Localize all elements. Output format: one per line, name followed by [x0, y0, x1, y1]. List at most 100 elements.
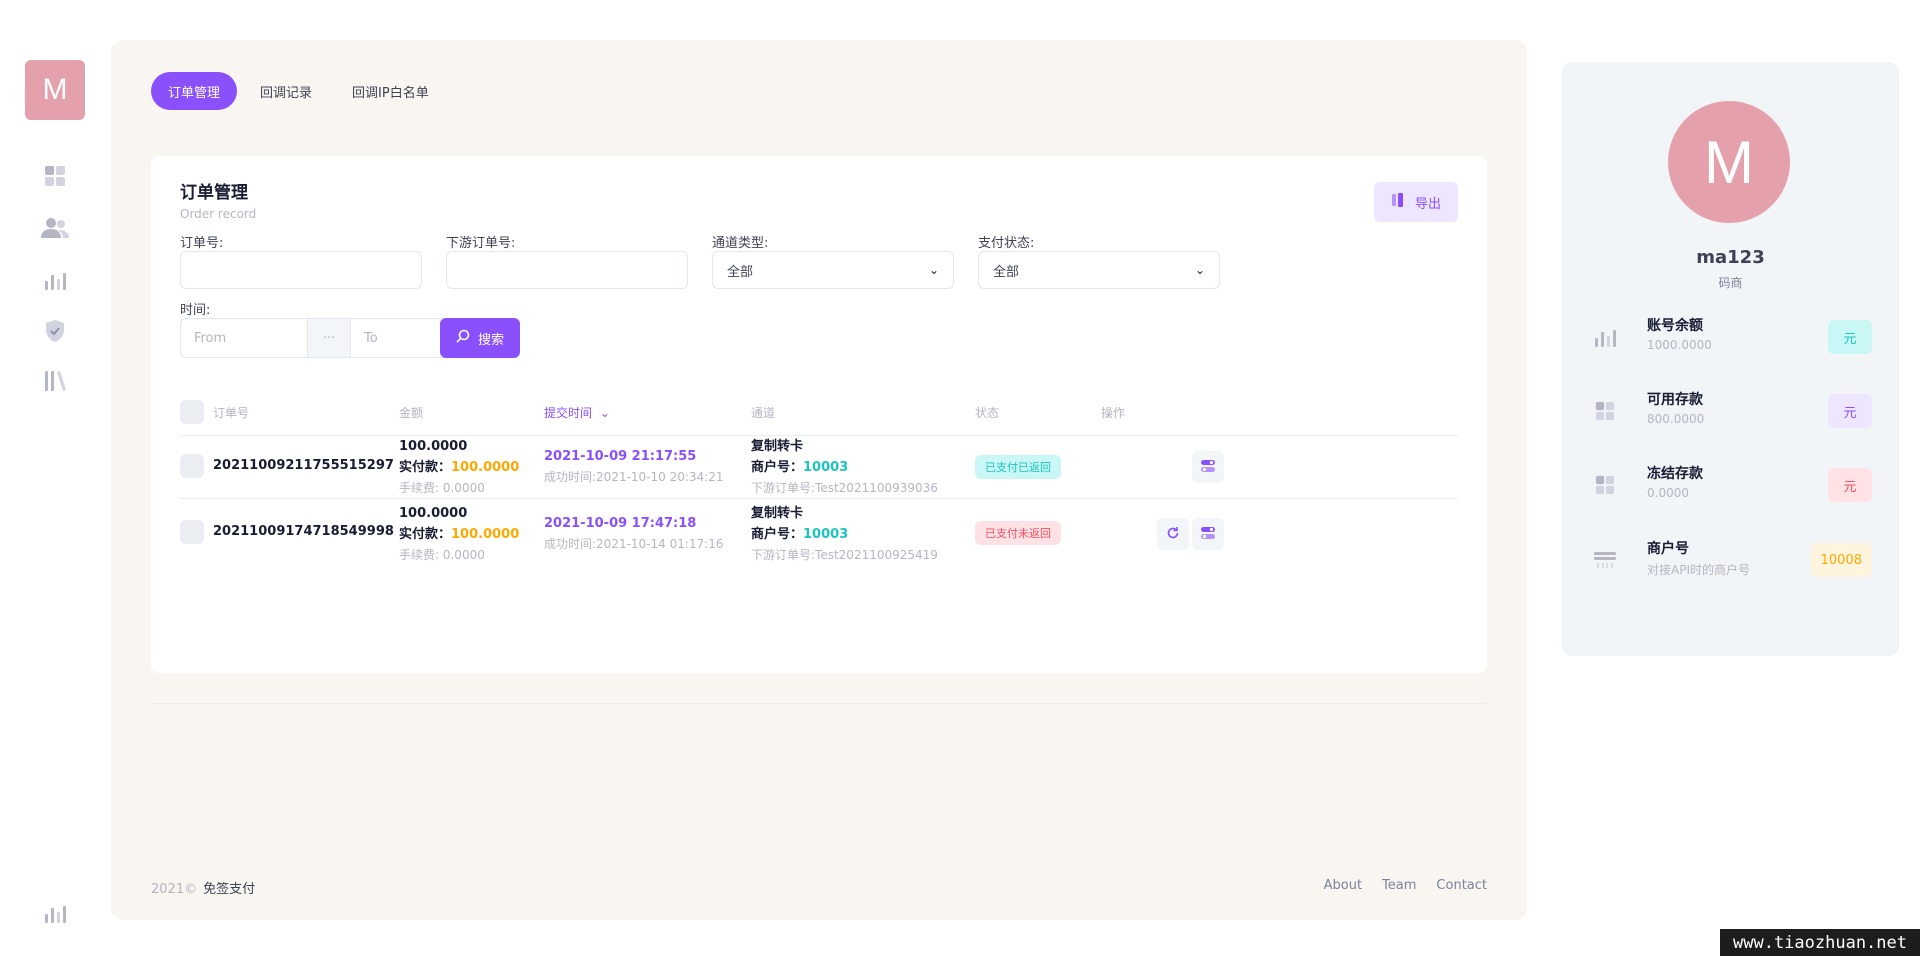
actual-paid-label: 实付款：	[399, 460, 452, 475]
export-icon	[1391, 192, 1405, 212]
footer-links: About Team Contact	[1324, 878, 1487, 893]
date-range-picker: From ··· To	[180, 318, 478, 358]
fee: 手续费: 0.0000	[399, 548, 485, 562]
downstream-order-no: 下游订单号:Test2021100939036	[751, 481, 938, 495]
toggle-button[interactable]	[1192, 518, 1224, 550]
tab-order-management[interactable]: 订单管理	[151, 72, 238, 110]
users-icon[interactable]	[40, 213, 70, 243]
stat-title: 账号余额	[1647, 318, 1703, 334]
status-badge: 已支付已返回	[975, 455, 1061, 479]
order-no: 20211009174718549998	[213, 524, 394, 539]
status-badge: 已支付未返回	[975, 521, 1061, 545]
stat-badge: 元	[1828, 320, 1872, 354]
server-icon	[1592, 547, 1618, 573]
orders-card: 订单管理 Order record 导出 订单号: 下游订单号: 通道类型: 全…	[151, 156, 1487, 673]
pay-status-select[interactable]: 全部 ⌄	[978, 251, 1220, 289]
export-button[interactable]: 导出	[1374, 182, 1458, 222]
stat-value: 对接API时的商户号	[1647, 563, 1750, 577]
stat-badge: 元	[1828, 468, 1872, 502]
date-range-separator: ···	[307, 319, 351, 357]
select-all-checkbox[interactable]	[180, 400, 204, 424]
footer-year: 2021©	[151, 882, 198, 897]
date-from-input[interactable]: From	[181, 319, 307, 357]
order-no-input[interactable]	[180, 251, 422, 289]
toggle-button[interactable]	[1192, 451, 1224, 483]
stat-merchant-id: 商户号 对接API时的商户号 10008	[1592, 538, 1872, 582]
actual-paid-value: 100.0000	[451, 527, 520, 542]
chevron-down-icon: ⌄	[928, 263, 939, 277]
search-button[interactable]: 搜索	[440, 318, 520, 358]
amount-cell: 100.0000 实付款：100.0000 手续费: 0.0000	[399, 503, 519, 566]
pay-status-label: 支付状态:	[978, 236, 1035, 251]
col-submit-time-label: 提交时间	[544, 406, 593, 420]
dashboard-icon[interactable]	[40, 161, 70, 191]
channel-type-select[interactable]: 全部 ⌄	[712, 251, 954, 289]
actual-paid-value: 100.0000	[451, 460, 520, 475]
downstream-order-input[interactable]	[446, 251, 688, 289]
fee: 手续费: 0.0000	[399, 481, 485, 495]
col-actions: 操作	[1101, 406, 1126, 420]
footer-copyright: 2021© 免签支付	[151, 878, 255, 897]
dashboard-icon	[1592, 472, 1618, 498]
search-icon	[456, 329, 470, 347]
site-watermark: www.tiaozhuan.net	[1720, 929, 1920, 956]
page-title: 订单管理	[180, 183, 248, 203]
stat-available-deposit: 可用存款 800.0000 元	[1592, 389, 1872, 433]
order-no-label: 订单号:	[180, 236, 224, 251]
pay-status-value: 全部	[993, 264, 1020, 280]
channel-cell: 复制转卡 商户号：10003 下游订单号:Test2021100925419	[751, 503, 938, 566]
actual-paid-label: 实付款：	[399, 527, 452, 542]
stat-title: 可用存款	[1647, 392, 1703, 408]
shield-check-icon[interactable]	[40, 316, 70, 346]
bar-chart-icon[interactable]	[40, 265, 70, 295]
col-channel: 通道	[751, 406, 776, 420]
row-checkbox[interactable]	[180, 520, 204, 544]
row-divider	[180, 498, 1458, 499]
channel-type-label: 通道类型:	[712, 236, 769, 251]
amount: 100.0000	[399, 506, 468, 521]
success-time: 成功时间:2021-10-10 20:34:21	[544, 470, 724, 484]
submit-time: 2021-10-09 21:17:55	[544, 449, 697, 464]
resend-callback-button[interactable]	[1157, 518, 1189, 550]
left-rail: M	[0, 0, 110, 956]
refresh-icon	[1166, 525, 1180, 544]
stat-title: 冻结存款	[1647, 466, 1703, 482]
avatar[interactable]: M	[1668, 101, 1790, 223]
col-status: 状态	[975, 406, 1000, 420]
merchant-label: 商户号：	[751, 527, 804, 542]
stat-badge: 10008	[1810, 543, 1872, 577]
chevron-down-icon: ⌄	[1194, 263, 1205, 277]
footer-link-team[interactable]: Team	[1382, 878, 1416, 893]
tab-callback-records[interactable]: 回调记录	[243, 72, 329, 110]
order-no: 20211009211755515297	[213, 458, 394, 473]
col-submit-time[interactable]: 提交时间 ⌄	[544, 404, 610, 421]
footer-link-contact[interactable]: Contact	[1436, 878, 1487, 893]
time-cell: 2021-10-09 21:17:55 成功时间:2021-10-10 20:3…	[544, 446, 724, 488]
stat-value: 1000.0000	[1647, 338, 1712, 352]
stat-value: 800.0000	[1647, 412, 1705, 426]
merchant-no: 10003	[803, 527, 849, 542]
page-subtitle: Order record	[180, 207, 257, 221]
footer-brand[interactable]: 免签支付	[203, 882, 255, 897]
bar-chart-icon[interactable]	[40, 898, 70, 928]
merchant-no: 10003	[803, 460, 849, 475]
footer-link-about[interactable]: About	[1324, 878, 1362, 893]
amount: 100.0000	[399, 439, 468, 454]
row-checkbox[interactable]	[180, 454, 204, 478]
tab-callback-ip-whitelist[interactable]: 回调IP白名单	[335, 72, 446, 110]
submit-time: 2021-10-09 17:47:18	[544, 516, 697, 531]
stat-title: 商户号	[1647, 541, 1689, 557]
channel-cell: 复制转卡 商户号：10003 下游订单号:Test2021100939036	[751, 436, 938, 499]
col-amount: 金额	[399, 406, 424, 420]
user-role: 码商	[1718, 276, 1743, 290]
app-logo[interactable]: M	[25, 60, 85, 120]
bar-chart-icon	[1592, 324, 1618, 350]
user-name: ma123	[1696, 247, 1765, 268]
library-icon[interactable]	[40, 366, 70, 396]
stat-value: 0.0000	[1647, 486, 1689, 500]
channel-name: 复制转卡	[751, 439, 804, 454]
downstream-order-label: 下游订单号:	[446, 236, 516, 251]
channel-name: 复制转卡	[751, 506, 804, 521]
search-label: 搜索	[477, 332, 504, 348]
toggle-icon	[1200, 525, 1216, 544]
